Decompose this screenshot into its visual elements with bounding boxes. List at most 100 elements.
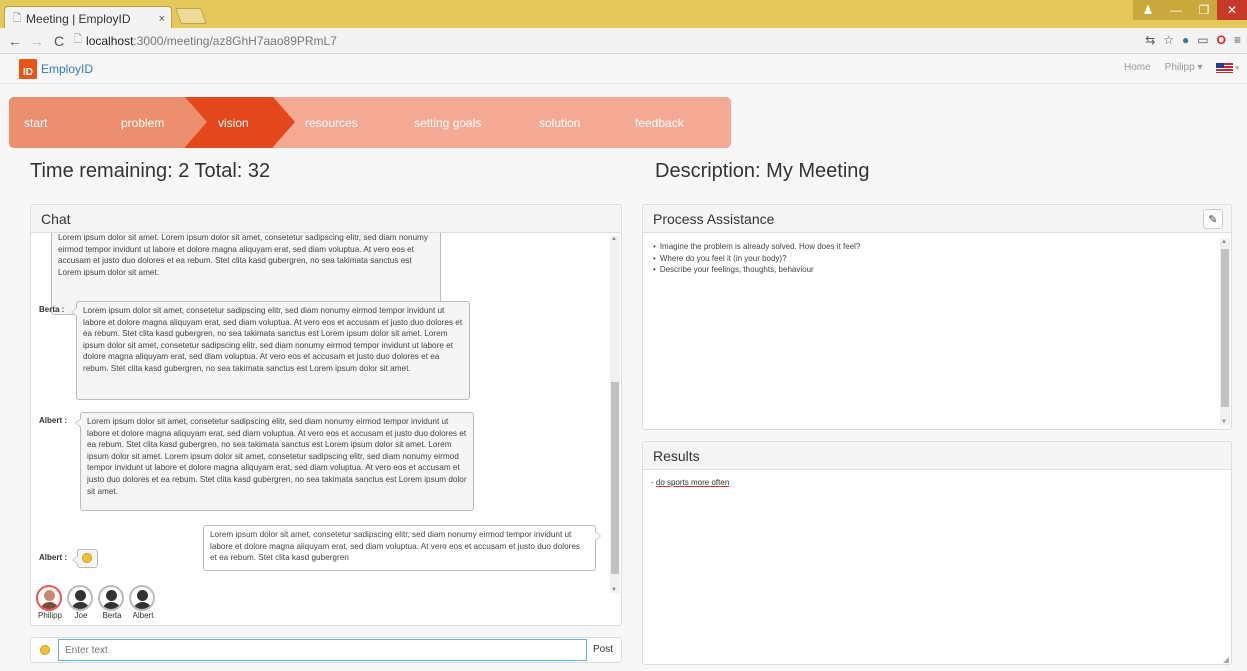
participant-name: Albert: [132, 611, 154, 620]
us-flag-icon: [1216, 62, 1234, 73]
meeting-description: Description: My Meeting: [655, 160, 870, 182]
chat-message: Lorem ipsum dolor sit amet, consetetur s…: [75, 412, 474, 511]
chat-messages[interactable]: Lorem ipsum dolor sit amet. Lorem ipsum …: [31, 233, 621, 595]
process-steps: start problem vision resources setting goals…: [9, 97, 731, 148]
assistance-list: Imagine the problem is already solved. H…: [643, 233, 1231, 284]
message-text: Lorem ipsum dolor sit amet. Lorem ipsum …: [58, 233, 428, 277]
app-navbar: ID EmployID Home Philipp ▾ ▾: [0, 54, 1247, 84]
step-label: setting goals: [414, 115, 482, 130]
reload-icon[interactable]: C: [52, 33, 66, 49]
scroll-up-icon[interactable]: ▲: [611, 236, 617, 242]
participant[interactable]: Philipp: [36, 585, 64, 620]
avatar: [98, 585, 124, 611]
address-bar[interactable]: 🗋 localhost:3000/meeting/az8GhH7aao89PRm…: [74, 32, 337, 49]
edit-pencil-icon[interactable]: ✎: [1203, 209, 1223, 229]
scroll-down-icon[interactable]: ▼: [1221, 419, 1227, 425]
browser-tab[interactable]: 🗋 Meeting | EmployID ×: [4, 6, 172, 28]
menu-icon[interactable]: ≡: [1234, 33, 1241, 47]
list-item: Where do you feel it (in your body)?: [653, 253, 1221, 265]
page-icon: 🗋: [74, 34, 83, 45]
resize-handle-icon[interactable]: ◢: [1223, 655, 1229, 664]
url-host: localhost: [86, 33, 134, 48]
chat-panel: Chat Lorem ipsum dolor sit amet. Lorem i…: [30, 204, 622, 626]
step-label: vision: [218, 115, 249, 130]
opera-icon[interactable]: O: [1217, 33, 1226, 47]
participant-name: Philipp: [37, 611, 62, 620]
step-arrow: [501, 97, 523, 147]
url-path: :3000/meeting/az8GhH7aao89PRmL7: [133, 33, 337, 48]
translate-icon[interactable]: ⇆: [1145, 33, 1155, 47]
scroll-up-icon[interactable]: ▲: [1221, 239, 1227, 245]
assistance-scrollbar[interactable]: ▲ ▼: [1220, 239, 1230, 425]
step-arrow: [185, 97, 207, 147]
avatar: [67, 585, 93, 611]
step-arrow: [89, 97, 111, 147]
results-text[interactable]: - do sports more often: [643, 470, 1231, 495]
minimize-icon[interactable]: —: [1161, 0, 1191, 20]
message-text: Lorem ipsum dolor sit amet, consetetur s…: [83, 306, 463, 373]
star-icon[interactable]: ☆: [1163, 33, 1174, 47]
post-button[interactable]: Post: [593, 644, 613, 655]
list-item: Imagine the problem is already solved. H…: [653, 241, 1221, 253]
avatar: [36, 585, 62, 611]
step-label: feedback: [635, 115, 684, 130]
chat-title: Chat: [31, 205, 621, 233]
results-title: Results: [643, 442, 1231, 470]
page-icon: 🗋: [13, 12, 22, 24]
chat-input-row: Post: [30, 637, 622, 663]
step-label: start: [24, 115, 48, 130]
scrollbar-thumb[interactable]: [1221, 249, 1229, 407]
chat-input[interactable]: [58, 639, 587, 661]
tab-title: Meeting | EmployID: [26, 12, 131, 26]
chat-message: Lorem ipsum dolor sit amet, consetetur s…: [71, 301, 470, 400]
new-tab-button[interactable]: [175, 8, 207, 24]
employid-logo[interactable]: ID: [19, 59, 37, 79]
chevron-down-icon: ▾: [1235, 64, 1239, 72]
message-sender: Albert :: [39, 553, 67, 562]
scroll-down-icon[interactable]: ▼: [611, 587, 617, 593]
message-text: Lorem ipsum dolor sit amet, consetetur s…: [87, 417, 467, 496]
participants: Philipp Joe Berta Albert: [36, 585, 157, 620]
step-label: problem: [121, 115, 165, 130]
results-panel: Results - do sports more often ◢: [642, 441, 1232, 665]
process-assistance-panel: Process Assistance ✎ Imagine the problem…: [642, 204, 1232, 430]
message-sender: Berta :: [39, 305, 65, 314]
brand-link[interactable]: EmployID: [41, 62, 93, 76]
participant-name: Joe: [74, 611, 88, 620]
assistance-title: Process Assistance: [643, 205, 1231, 233]
cast-icon[interactable]: ▭: [1197, 33, 1208, 47]
step-arrow: [601, 97, 623, 147]
participant[interactable]: Joe: [67, 585, 95, 620]
time-remaining: Time remaining: 2 Total: 32: [30, 160, 271, 182]
forward-icon[interactable]: →: [30, 33, 44, 49]
nav-home-link[interactable]: Home: [1124, 62, 1151, 73]
participant[interactable]: Berta: [98, 585, 126, 620]
step-start[interactable]: start: [9, 97, 111, 148]
list-item: Describe your feelings, thoughts, behavi…: [653, 264, 1221, 276]
step-arrow: [273, 97, 295, 147]
step-label: resources: [305, 115, 358, 130]
participant-name: Berta: [102, 611, 122, 620]
chat-message-emoji: [72, 549, 98, 568]
message-sender: Albert :: [39, 416, 67, 425]
chat-message-own: Lorem ipsum dolor sit amet, consetetur s…: [203, 525, 601, 571]
extension-icon[interactable]: ●: [1182, 33, 1189, 47]
user-menu[interactable]: Philipp ▾: [1165, 62, 1203, 73]
step-arrow: [382, 97, 404, 147]
smiley-emoji-icon: [82, 553, 92, 563]
avatar: [129, 585, 155, 611]
result-item: do sports more often: [655, 478, 730, 487]
close-tab-icon[interactable]: ×: [159, 13, 165, 25]
profile-icon[interactable]: ♟: [1133, 0, 1163, 20]
scrollbar-thumb[interactable]: [611, 382, 619, 574]
step-label: solution: [539, 115, 581, 130]
close-window-icon[interactable]: ✕: [1217, 0, 1247, 20]
participant[interactable]: Albert: [129, 585, 157, 620]
browser-toolbar: ← → C 🗋 localhost:3000/meeting/az8GhH7aa…: [0, 28, 1247, 54]
back-icon[interactable]: ←: [8, 33, 22, 49]
message-text: Lorem ipsum dolor sit amet, consetetur s…: [210, 530, 581, 563]
chat-scrollbar[interactable]: ▲ ▼: [610, 236, 620, 593]
emoji-picker-icon[interactable]: [40, 645, 50, 655]
maximize-icon[interactable]: ❐: [1189, 0, 1219, 20]
language-menu[interactable]: ▾: [1216, 62, 1239, 73]
